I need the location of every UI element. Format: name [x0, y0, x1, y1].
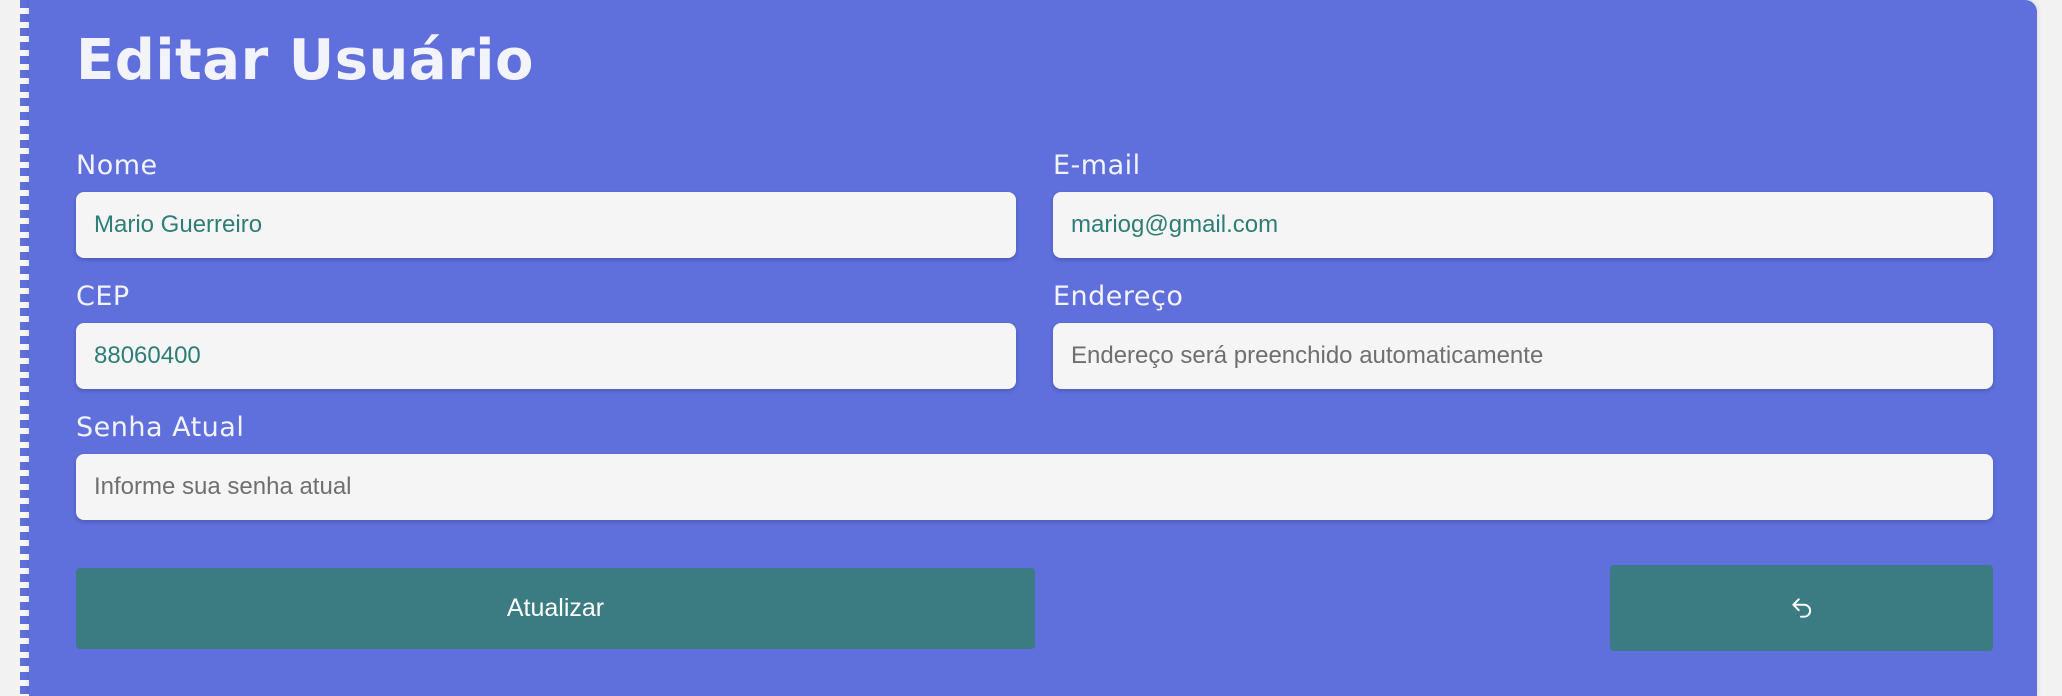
update-button-label: Atualizar: [506, 594, 605, 622]
endereco-input[interactable]: [1053, 323, 1993, 389]
email-input[interactable]: [1053, 192, 1993, 258]
senha-atual-input[interactable]: [76, 454, 1993, 520]
update-button[interactable]: Atualizar: [76, 568, 1035, 649]
email-label: E-mail: [1053, 150, 1141, 181]
undo-arrow-icon: [1791, 598, 1811, 618]
endereco-label: Endereço: [1053, 281, 1184, 312]
page: Editar Usuário Nome E-mail CEP Endereço …: [0, 0, 2062, 696]
cep-label: CEP: [76, 281, 130, 312]
senha-atual-label: Senha Atual: [76, 412, 245, 443]
cep-input[interactable]: [76, 323, 1016, 389]
nome-input[interactable]: [76, 192, 1016, 258]
back-button[interactable]: [1610, 565, 1993, 651]
page-title: Editar Usuário: [76, 28, 534, 93]
dashed-edge: [20, 0, 29, 696]
nome-label: Nome: [76, 150, 158, 181]
edit-user-card: Editar Usuário Nome E-mail CEP Endereço …: [29, 0, 2037, 696]
